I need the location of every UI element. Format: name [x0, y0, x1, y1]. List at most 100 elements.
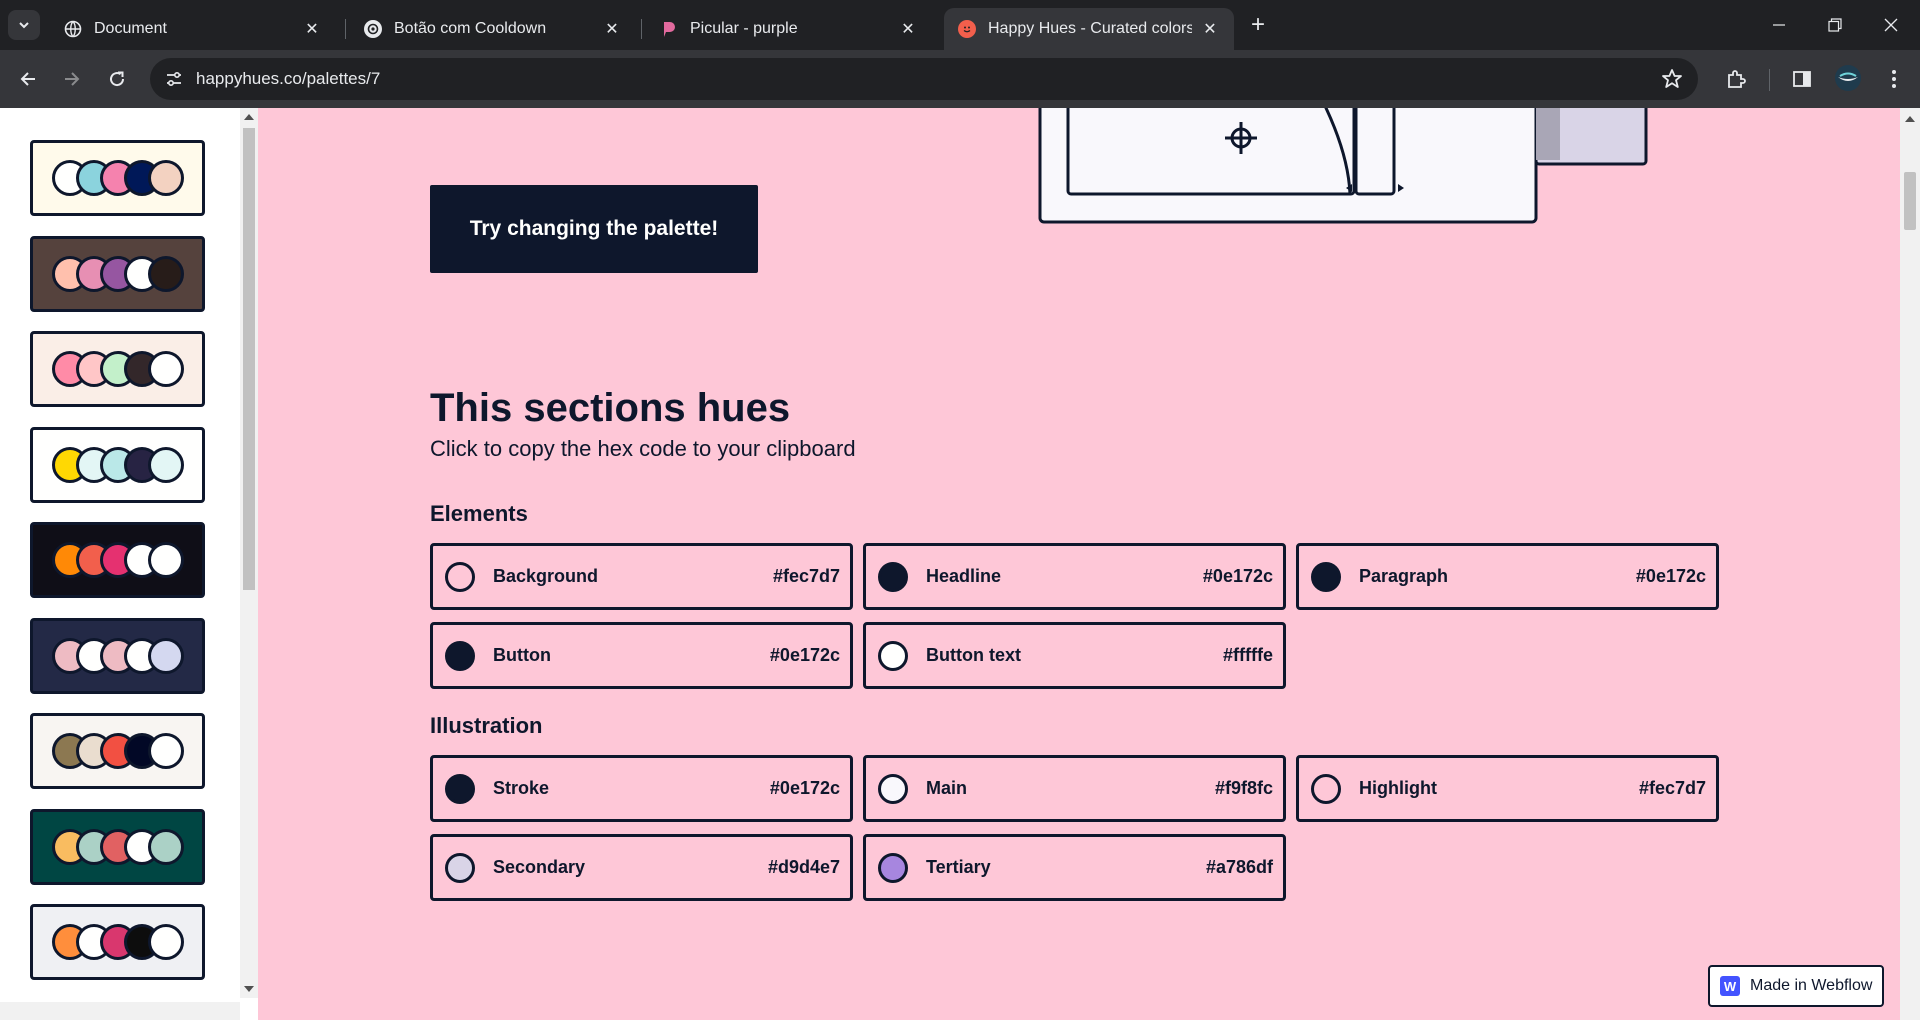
- hue-tile[interactable]: Background #fec7d7: [430, 543, 853, 610]
- illustration-graphic: [1038, 108, 1648, 224]
- try-palette-button[interactable]: Try changing the palette!: [430, 185, 758, 273]
- side-panel-button[interactable]: [1790, 67, 1814, 91]
- hue-name: Stroke: [493, 778, 550, 798]
- hue-tile[interactable]: Headline #0e172c: [863, 543, 1286, 610]
- hue-tile[interactable]: Highlight #fec7d7: [1296, 755, 1719, 822]
- palette-card[interactable]: [30, 426, 205, 503]
- tab-divider: [641, 19, 642, 39]
- close-tab-icon[interactable]: ✕: [898, 19, 918, 39]
- hue-tile[interactable]: Button #0e172c: [430, 622, 853, 689]
- minimize-button[interactable]: [1756, 8, 1802, 42]
- palette-card[interactable]: [30, 140, 205, 216]
- more-vertical-icon: [1892, 70, 1896, 88]
- palette-swatch: [147, 542, 184, 578]
- page-scroll-thumb[interactable]: [1904, 172, 1916, 230]
- close-tab-icon[interactable]: ✕: [602, 19, 622, 39]
- palette-swatch-row: [51, 637, 184, 674]
- sidebar-horizontal-scrollbar[interactable]: [0, 1002, 240, 1020]
- section-subtitle: Click to copy the hex code to your clipb…: [430, 436, 856, 461]
- hue-tile[interactable]: Paragraph #0e172c: [1296, 543, 1719, 610]
- hue-color-dot: [445, 640, 475, 671]
- toolbar-divider: [1769, 69, 1770, 91]
- sidebar-scroll-thumb[interactable]: [243, 128, 255, 590]
- scroll-up-arrow-icon[interactable]: [244, 114, 254, 120]
- scroll-down-arrow-icon[interactable]: [244, 986, 254, 992]
- globe-icon: [64, 20, 82, 38]
- hue-tile[interactable]: Secondary #d9d4e7: [430, 834, 853, 901]
- hue-name: Button: [493, 645, 551, 665]
- hue-hex-code: #0e172c: [1635, 566, 1706, 586]
- forward-button[interactable]: [56, 63, 88, 95]
- palette-card[interactable]: [30, 617, 205, 694]
- hue-name: Headline: [926, 566, 1002, 586]
- tab-happy-hues[interactable]: Happy Hues - Curated colors in ✕: [944, 8, 1234, 50]
- palette-swatch-row: [51, 351, 184, 387]
- hue-tile[interactable]: Button text #fffffe: [863, 622, 1286, 689]
- browser-toolbar: happyhues.co/palettes/7: [0, 50, 1920, 108]
- main-content: Try changing the palette! This sections …: [258, 108, 1900, 1020]
- tab-search-button[interactable]: [8, 10, 40, 40]
- palette-swatch: [147, 733, 184, 769]
- site-info-icon[interactable]: [160, 65, 188, 93]
- palette-swatch: [147, 255, 184, 292]
- close-window-button[interactable]: [1868, 8, 1914, 42]
- hue-name: Secondary: [493, 857, 586, 877]
- hue-color-dot: [445, 561, 475, 592]
- palette-swatch: [147, 160, 184, 196]
- hue-name: Button text: [926, 645, 1021, 665]
- hue-color-dot: [878, 773, 908, 804]
- hue-hex-code: #fec7d7: [772, 566, 840, 586]
- webflow-logo-icon: W: [1720, 976, 1740, 996]
- restore-button[interactable]: [1812, 8, 1858, 42]
- browser-menu-button[interactable]: [1882, 67, 1906, 91]
- extensions-button[interactable]: [1724, 67, 1748, 91]
- elements-heading: Elements: [430, 501, 528, 526]
- hue-tile[interactable]: Main #f9f8fc: [863, 755, 1286, 822]
- hue-color-dot: [445, 852, 475, 883]
- hue-hex-code: #a786df: [1205, 857, 1273, 877]
- arrow-right-icon: [65, 72, 80, 86]
- tab-botao-cooldown[interactable]: Botão com Cooldown ✕: [350, 8, 636, 50]
- palette-sidebar: [0, 108, 258, 1020]
- hue-hex-code: #0e172c: [1202, 566, 1273, 586]
- palette-swatch-row: [51, 446, 184, 483]
- sidebar-scrollbar[interactable]: [240, 108, 258, 998]
- palette-card[interactable]: [30, 235, 205, 312]
- back-button[interactable]: [12, 63, 44, 95]
- page-scrollbar[interactable]: [1900, 108, 1920, 1020]
- arrow-left-icon: [20, 72, 35, 86]
- palette-card[interactable]: [30, 522, 205, 598]
- tab-title: Document: [94, 20, 167, 37]
- tab-picular[interactable]: Picular - purple ✕: [646, 8, 932, 50]
- tab-document[interactable]: Document ✕: [50, 8, 336, 50]
- palette-card[interactable]: [30, 713, 205, 789]
- page-scroll-up-icon[interactable]: [1905, 116, 1915, 122]
- new-tab-button[interactable]: +: [1244, 12, 1272, 40]
- hue-color-dot: [878, 561, 908, 592]
- bookmark-star-icon[interactable]: [1660, 67, 1684, 91]
- close-tab-icon[interactable]: ✕: [1200, 19, 1220, 39]
- profile-avatar[interactable]: [1835, 65, 1861, 91]
- reload-button[interactable]: [101, 63, 133, 95]
- picular-icon: [660, 20, 678, 38]
- hue-tile[interactable]: Stroke #0e172c: [430, 755, 853, 822]
- made-in-webflow-badge[interactable]: W Made in Webflow: [1708, 965, 1884, 1007]
- happy-hues-icon: [958, 20, 976, 38]
- close-icon: [1884, 18, 1898, 32]
- hue-color-dot: [878, 640, 908, 671]
- palette-swatch-row: [51, 542, 184, 578]
- hue-name: Background: [493, 566, 599, 586]
- hue-hex-code: #0e172c: [769, 778, 840, 798]
- palette-swatch: [147, 446, 184, 483]
- palette-card[interactable]: [30, 904, 205, 980]
- palette-card[interactable]: [30, 331, 205, 407]
- address-bar[interactable]: happyhues.co/palettes/7: [150, 58, 1698, 100]
- palette-card[interactable]: [30, 808, 205, 885]
- palette-swatch-row: [51, 924, 184, 960]
- close-tab-icon[interactable]: ✕: [302, 19, 322, 39]
- hue-hex-code: #f9f8fc: [1214, 778, 1273, 798]
- puzzle-icon: [1728, 70, 1746, 88]
- palette-swatch-row: [51, 160, 184, 196]
- tab-title: Happy Hues - Curated colors in: [988, 20, 1192, 37]
- hue-tile[interactable]: Tertiary #a786df: [863, 834, 1286, 901]
